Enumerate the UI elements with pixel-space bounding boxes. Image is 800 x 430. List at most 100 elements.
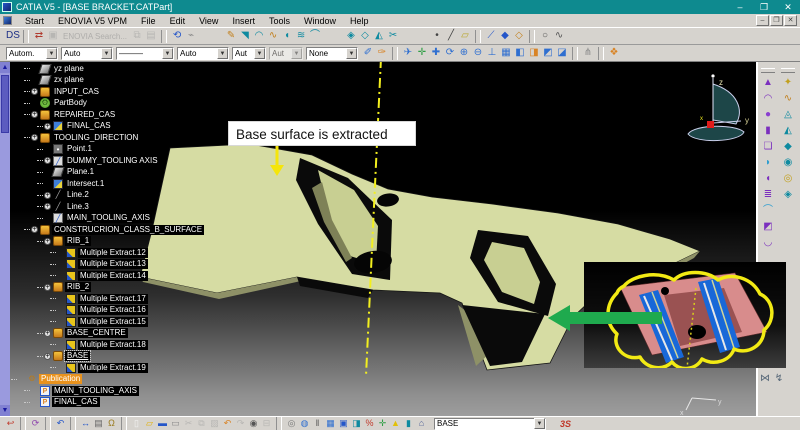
menu-window[interactable]: Window	[297, 16, 343, 26]
restore-button[interactable]: ❐	[752, 0, 776, 14]
untrim-icon[interactable]: ◬	[781, 108, 795, 122]
tree-item-point-1[interactable]: • Point.1	[11, 144, 246, 156]
revolve-icon[interactable]: ◠	[761, 92, 775, 106]
tree-item-label[interactable]: INPUT_CAS	[52, 86, 101, 97]
menu-file[interactable]: File	[134, 16, 163, 26]
graphic-style-combo[interactable]: Aut ▼	[232, 46, 266, 60]
tree-expander[interactable]: +	[44, 122, 51, 130]
cut-icon[interactable]: ✂	[182, 417, 195, 430]
split-icon[interactable]: ◭	[372, 29, 386, 43]
tree-item-label[interactable]: zx plane	[52, 75, 86, 86]
tree-item-label[interactable]: Multiple Extract.15	[78, 316, 148, 327]
enovia-panel-icon[interactable]: ▤	[144, 29, 158, 43]
tree-item-label[interactable]: BASE_CENTRE	[65, 328, 128, 339]
enovia-logo-icon[interactable]: DS	[6, 29, 20, 43]
tree-item-tooling-direction[interactable]: + TOOLING_DIRECTION	[11, 132, 246, 144]
knowledge-inspector-icon[interactable]: ◎	[285, 417, 298, 430]
tree-expander[interactable]: +	[44, 283, 51, 291]
join-healing-icon[interactable]: ✦	[781, 76, 795, 90]
tree-item-line-2[interactable]: + ╱ Line.2	[11, 190, 246, 202]
paste-icon[interactable]: ▨	[208, 417, 221, 430]
point-icon[interactable]: •	[430, 29, 444, 43]
tree-expander[interactable]: +	[44, 191, 51, 199]
exit-workbench-icon[interactable]: ↩	[4, 417, 17, 430]
view-mode-2-icon[interactable]: ◪	[555, 46, 569, 60]
menu-start[interactable]: Start	[18, 16, 51, 26]
spline-icon[interactable]: ∿	[552, 29, 566, 43]
tree-expander[interactable]: +	[44, 329, 51, 337]
edge-fillet-icon[interactable]: ◎	[781, 172, 795, 186]
close-button[interactable]: ✕	[776, 0, 800, 14]
tree-item-label[interactable]: TOOLING_DIRECTION	[52, 132, 141, 143]
graphic-style-combo[interactable]: None ▼	[306, 46, 358, 60]
paint-wizard-icon[interactable]: ✑	[375, 46, 389, 60]
menu-edit[interactable]: Edit	[163, 16, 193, 26]
menu-insert[interactable]: Insert	[225, 16, 262, 26]
doc-restore-button[interactable]: ❐	[770, 15, 783, 26]
chevron-down-icon[interactable]: ▼	[254, 47, 265, 59]
tree-item-label[interactable]: Multiple Extract.12	[78, 247, 148, 258]
zoom-out-icon[interactable]: ⊖	[471, 46, 485, 60]
chevron-down-icon[interactable]: ▼	[101, 47, 112, 59]
chevron-down-icon[interactable]: ▼	[534, 418, 545, 429]
disassemble-icon[interactable]: ◭	[781, 124, 795, 138]
tree-item-label[interactable]: Multiple Extract.19	[78, 362, 148, 373]
tree-item-label[interactable]: RIB_2	[65, 282, 92, 293]
undo-small-icon[interactable]: ↶	[221, 417, 234, 430]
update-icon[interactable]: ⟲	[170, 29, 184, 43]
tree-item-label[interactable]: REPAIRED_CAS	[52, 109, 118, 120]
power-input-field[interactable]: BASE ▼	[434, 417, 546, 430]
snap-grid-icon[interactable]: ▦	[324, 417, 337, 430]
chevron-down-icon[interactable]: ▼	[162, 47, 173, 59]
toolbar-handle[interactable]	[761, 68, 775, 73]
tree-item-multiple-extract-15[interactable]: Multiple Extract.15	[11, 316, 246, 328]
tree-item-label[interactable]: BASE	[63, 350, 92, 363]
wireframe-helper-icon[interactable]: ⌁	[184, 29, 198, 43]
compass-tool-icon[interactable]: ✛	[376, 417, 389, 430]
tree-item-label[interactable]: Plane.1	[65, 167, 97, 178]
rotate-icon[interactable]: ⟳	[443, 46, 457, 60]
sweep-surface-icon[interactable]: ∿	[266, 29, 280, 43]
tree-item-label[interactable]: Multiple Extract.18	[78, 339, 148, 350]
home-icon[interactable]: ⌂	[415, 417, 428, 430]
transform-surface-icon[interactable]: ◇	[512, 29, 526, 43]
extrude-surface-icon[interactable]: ◥	[238, 29, 252, 43]
compass[interactable]: z y x	[687, 74, 749, 142]
create-multi-view-icon[interactable]: ▦	[499, 46, 513, 60]
new-document-icon[interactable]: ▯	[130, 417, 143, 430]
sweep-icon[interactable]: ◗	[761, 156, 775, 170]
save-document-icon[interactable]: ▬	[156, 417, 169, 430]
tree-item-label[interactable]: Publication	[39, 374, 83, 385]
shape-fillet-icon[interactable]: ◉	[781, 156, 795, 170]
layer-filter-icon[interactable]: ◨	[350, 417, 363, 430]
tree-scrollbar[interactable]: ▲ ▼	[0, 62, 10, 416]
fly-mode-icon[interactable]: ✈	[401, 46, 415, 60]
tree-item-label[interactable]: MAIN_TOOLING_AXIS	[65, 213, 152, 224]
update-all-icon[interactable]: ⟳	[29, 417, 42, 430]
enovia-search-toggle-icon[interactable]: ▣	[46, 29, 60, 43]
undo-icon[interactable]: ↶	[54, 417, 67, 430]
curve-smooth-icon[interactable]: ∿	[781, 92, 795, 106]
tree-expander[interactable]: +	[31, 134, 38, 142]
tree-item-label[interactable]: RIB_1	[65, 236, 92, 247]
tree-item-input-cas[interactable]: + INPUT_CAS	[11, 86, 246, 98]
tree-item-final-cas[interactable]: + FINAL_CAS	[11, 121, 246, 133]
graphic-style-combo[interactable]: Autom. ▼	[6, 46, 58, 60]
tree-item-yz-plane[interactable]: yz plane	[11, 63, 246, 75]
camera-capture-icon[interactable]: ◉	[247, 417, 260, 430]
graphic-style-combo[interactable]: Aut ▼	[269, 46, 303, 60]
tree-item-label[interactable]: Multiple Extract.14	[78, 270, 148, 281]
tree-expander[interactable]: +	[44, 352, 51, 360]
blend-surface-icon[interactable]: ⌒	[308, 29, 322, 43]
join-icon[interactable]: ◈	[344, 29, 358, 43]
open-document-icon[interactable]: ▱	[143, 417, 156, 430]
menu-tools[interactable]: Tools	[262, 16, 297, 26]
copy-icon[interactable]: ⧉	[195, 417, 208, 430]
tree-item-multiple-extract-19[interactable]: Multiple Extract.19	[11, 362, 246, 374]
tree-expander[interactable]: +	[31, 88, 38, 96]
fill-surface-icon[interactable]: ◖	[280, 29, 294, 43]
menu-enovia-v5-vpm[interactable]: ENOVIA V5 VPM	[51, 16, 134, 26]
minimize-button[interactable]: –	[728, 0, 752, 14]
axis-to-axis-icon[interactable]: ↯	[772, 372, 786, 386]
part-body-tool-icon[interactable]: ▮	[402, 417, 415, 430]
